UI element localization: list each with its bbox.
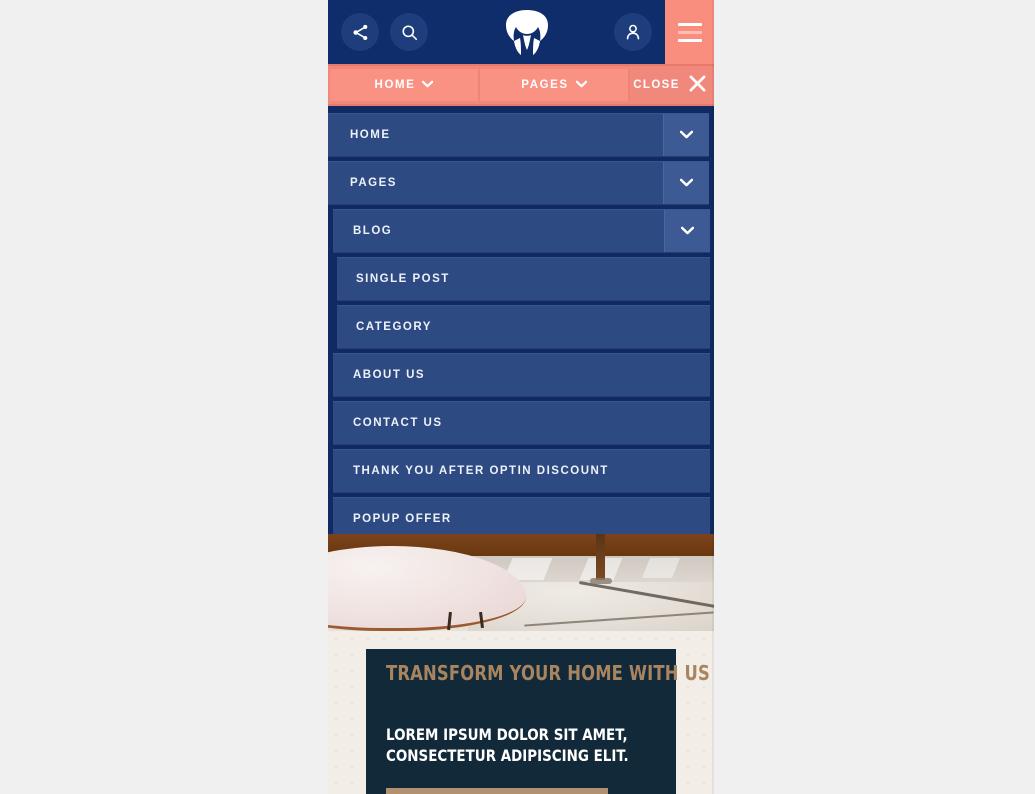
hero-furniture-foot	[590, 578, 612, 584]
menu-expand-toggle[interactable]	[663, 162, 709, 204]
menu-item-pages[interactable]: PAGES	[328, 161, 709, 205]
promo-body-text: LOREM IPSUM DOLOR SIT AMET, CONSECTETUR …	[386, 725, 629, 766]
share-button[interactable]	[341, 13, 379, 51]
close-menu-label: CLOSE	[633, 79, 680, 91]
menu-item-label: CONTACT US	[353, 417, 443, 429]
menu-expand-toggle[interactable]	[663, 114, 709, 156]
menu-item-home[interactable]: HOME	[328, 113, 709, 157]
menu-item-label: CATEGORY	[356, 321, 432, 333]
chevron-down-icon	[422, 79, 434, 91]
menu-item-label: PAGES	[350, 177, 397, 189]
close-menu-button[interactable]: CLOSE	[630, 66, 714, 104]
share-icon	[351, 23, 370, 42]
search-button[interactable]	[390, 13, 428, 51]
menu-item-blog[interactable]: BLOG	[333, 209, 710, 253]
menu-item-contact-us[interactable]: CONTACT US	[333, 401, 710, 445]
promo-cta-button[interactable]	[386, 788, 608, 794]
menu-item-label: HOME	[350, 129, 391, 141]
top-navigation-bar	[328, 0, 714, 64]
subnav-label-pages: PAGES	[521, 79, 569, 91]
promo-heading: TRANSFORM YOUR HOME WITH US	[386, 661, 711, 685]
chevron-down-icon	[679, 126, 694, 144]
user-account-icon	[623, 22, 643, 42]
brand-logo-mask-icon	[501, 7, 553, 57]
menu-item-single-post[interactable]: SINGLE POST	[337, 257, 710, 301]
menu-item-label: ABOUT US	[353, 369, 426, 381]
menu-item-thank-you-after-optin-discount[interactable]: THANK YOU AFTER OPTIN DISCOUNT	[333, 449, 710, 493]
promo-section: TRANSFORM YOUR HOME WITH US LOREM IPSUM …	[328, 631, 714, 794]
hero-furniture-leg	[596, 534, 605, 580]
menu-item-label: SINGLE POST	[356, 273, 450, 285]
mobile-viewport: HOME PAGES CLOSE HOME PAGES BLOG SINGLE POS…	[328, 0, 714, 794]
subnav-label-home: HOME	[374, 79, 416, 91]
chevron-down-icon	[680, 222, 695, 240]
menu-item-label: THANK YOU AFTER OPTIN DISCOUNT	[353, 465, 609, 477]
close-x-icon	[688, 74, 707, 96]
page-root: HOME PAGES CLOSE HOME PAGES BLOG SINGLE POS…	[0, 0, 1035, 794]
promo-card: TRANSFORM YOUR HOME WITH US LOREM IPSUM …	[366, 649, 711, 794]
chevron-down-icon	[679, 174, 694, 192]
subnav-item-home[interactable]: HOME	[330, 69, 480, 101]
subnav-item-pages[interactable]: PAGES	[480, 69, 630, 101]
mobile-menu-panel: HOME PAGES BLOG SINGLE POST CATEGORY ABOUT US…	[328, 106, 714, 541]
menu-item-label: BLOG	[353, 225, 393, 237]
account-button[interactable]	[614, 13, 652, 51]
menu-expand-toggle[interactable]	[664, 210, 710, 252]
hamburger-menu-icon	[677, 22, 702, 42]
menu-item-about-us[interactable]: ABOUT US	[333, 353, 710, 397]
secondary-navigation-bar: HOME PAGES CLOSE	[328, 64, 714, 106]
chevron-down-icon	[575, 79, 587, 91]
hamburger-menu-button[interactable]	[665, 0, 714, 64]
brand-logo[interactable]	[439, 0, 614, 64]
viewport-edge	[712, 0, 714, 794]
hero-interior-photo	[328, 534, 714, 631]
menu-item-category[interactable]: CATEGORY	[337, 305, 710, 349]
search-icon	[400, 23, 419, 42]
